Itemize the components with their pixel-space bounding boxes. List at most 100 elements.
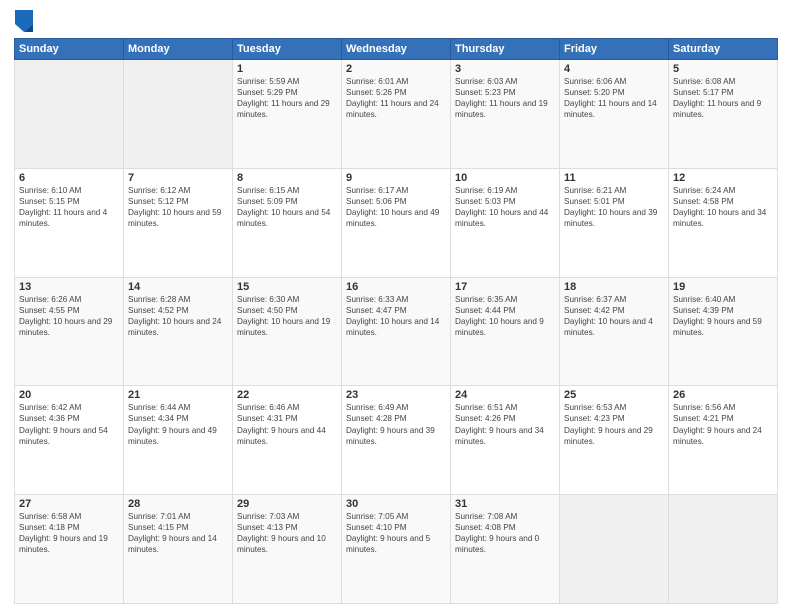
day-number: 13: [19, 281, 119, 293]
day-detail: Sunrise: 6:56 AM Sunset: 4:21 PM Dayligh…: [673, 402, 773, 446]
day-number: 28: [128, 498, 228, 510]
day-number: 8: [237, 172, 337, 184]
weekday-header-saturday: Saturday: [669, 39, 778, 60]
calendar-cell: 3Sunrise: 6:03 AM Sunset: 5:23 PM Daylig…: [451, 60, 560, 169]
calendar-cell: 16Sunrise: 6:33 AM Sunset: 4:47 PM Dayli…: [342, 277, 451, 386]
day-number: 12: [673, 172, 773, 184]
day-number: 11: [564, 172, 664, 184]
calendar-cell: 24Sunrise: 6:51 AM Sunset: 4:26 PM Dayli…: [451, 386, 560, 495]
calendar-cell: 11Sunrise: 6:21 AM Sunset: 5:01 PM Dayli…: [560, 168, 669, 277]
day-number: 23: [346, 389, 446, 401]
day-detail: Sunrise: 6:51 AM Sunset: 4:26 PM Dayligh…: [455, 402, 555, 446]
calendar-cell: 6Sunrise: 6:10 AM Sunset: 5:15 PM Daylig…: [15, 168, 124, 277]
calendar-body: 1Sunrise: 5:59 AM Sunset: 5:29 PM Daylig…: [15, 60, 778, 604]
calendar-cell: 12Sunrise: 6:24 AM Sunset: 4:58 PM Dayli…: [669, 168, 778, 277]
calendar-cell: 19Sunrise: 6:40 AM Sunset: 4:39 PM Dayli…: [669, 277, 778, 386]
calendar-cell: 1Sunrise: 5:59 AM Sunset: 5:29 PM Daylig…: [233, 60, 342, 169]
calendar-cell: 26Sunrise: 6:56 AM Sunset: 4:21 PM Dayli…: [669, 386, 778, 495]
calendar-cell: 5Sunrise: 6:08 AM Sunset: 5:17 PM Daylig…: [669, 60, 778, 169]
day-detail: Sunrise: 7:08 AM Sunset: 4:08 PM Dayligh…: [455, 511, 555, 555]
day-detail: Sunrise: 6:08 AM Sunset: 5:17 PM Dayligh…: [673, 76, 773, 120]
calendar-cell: 18Sunrise: 6:37 AM Sunset: 4:42 PM Dayli…: [560, 277, 669, 386]
day-detail: Sunrise: 6:24 AM Sunset: 4:58 PM Dayligh…: [673, 185, 773, 229]
day-detail: Sunrise: 6:06 AM Sunset: 5:20 PM Dayligh…: [564, 76, 664, 120]
day-detail: Sunrise: 6:35 AM Sunset: 4:44 PM Dayligh…: [455, 294, 555, 338]
calendar-cell: 14Sunrise: 6:28 AM Sunset: 4:52 PM Dayli…: [124, 277, 233, 386]
weekday-header-sunday: Sunday: [15, 39, 124, 60]
calendar-cell: 13Sunrise: 6:26 AM Sunset: 4:55 PM Dayli…: [15, 277, 124, 386]
calendar-cell: 20Sunrise: 6:42 AM Sunset: 4:36 PM Dayli…: [15, 386, 124, 495]
calendar-cell: 25Sunrise: 6:53 AM Sunset: 4:23 PM Dayli…: [560, 386, 669, 495]
day-number: 21: [128, 389, 228, 401]
day-detail: Sunrise: 6:42 AM Sunset: 4:36 PM Dayligh…: [19, 402, 119, 446]
weekday-header-monday: Monday: [124, 39, 233, 60]
logo: [14, 10, 35, 32]
calendar-header: SundayMondayTuesdayWednesdayThursdayFrid…: [15, 39, 778, 60]
week-row-3: 13Sunrise: 6:26 AM Sunset: 4:55 PM Dayli…: [15, 277, 778, 386]
day-number: 22: [237, 389, 337, 401]
day-detail: Sunrise: 6:58 AM Sunset: 4:18 PM Dayligh…: [19, 511, 119, 555]
day-number: 29: [237, 498, 337, 510]
day-number: 5: [673, 63, 773, 75]
day-number: 3: [455, 63, 555, 75]
week-row-2: 6Sunrise: 6:10 AM Sunset: 5:15 PM Daylig…: [15, 168, 778, 277]
day-number: 30: [346, 498, 446, 510]
day-detail: Sunrise: 6:19 AM Sunset: 5:03 PM Dayligh…: [455, 185, 555, 229]
day-detail: Sunrise: 5:59 AM Sunset: 5:29 PM Dayligh…: [237, 76, 337, 120]
calendar-cell: 22Sunrise: 6:46 AM Sunset: 4:31 PM Dayli…: [233, 386, 342, 495]
day-number: 20: [19, 389, 119, 401]
header: [14, 10, 778, 32]
calendar-cell: 27Sunrise: 6:58 AM Sunset: 4:18 PM Dayli…: [15, 495, 124, 604]
day-number: 19: [673, 281, 773, 293]
calendar-cell: 15Sunrise: 6:30 AM Sunset: 4:50 PM Dayli…: [233, 277, 342, 386]
day-detail: Sunrise: 6:17 AM Sunset: 5:06 PM Dayligh…: [346, 185, 446, 229]
week-row-5: 27Sunrise: 6:58 AM Sunset: 4:18 PM Dayli…: [15, 495, 778, 604]
day-detail: Sunrise: 6:49 AM Sunset: 4:28 PM Dayligh…: [346, 402, 446, 446]
day-detail: Sunrise: 6:40 AM Sunset: 4:39 PM Dayligh…: [673, 294, 773, 338]
weekday-header-tuesday: Tuesday: [233, 39, 342, 60]
day-number: 10: [455, 172, 555, 184]
day-detail: Sunrise: 6:10 AM Sunset: 5:15 PM Dayligh…: [19, 185, 119, 229]
calendar-cell: 17Sunrise: 6:35 AM Sunset: 4:44 PM Dayli…: [451, 277, 560, 386]
day-number: 31: [455, 498, 555, 510]
calendar-cell: 4Sunrise: 6:06 AM Sunset: 5:20 PM Daylig…: [560, 60, 669, 169]
calendar-cell: 28Sunrise: 7:01 AM Sunset: 4:15 PM Dayli…: [124, 495, 233, 604]
calendar-cell: [15, 60, 124, 169]
calendar-cell: 23Sunrise: 6:49 AM Sunset: 4:28 PM Dayli…: [342, 386, 451, 495]
day-detail: Sunrise: 6:44 AM Sunset: 4:34 PM Dayligh…: [128, 402, 228, 446]
day-detail: Sunrise: 6:01 AM Sunset: 5:26 PM Dayligh…: [346, 76, 446, 120]
calendar-cell: [669, 495, 778, 604]
day-detail: Sunrise: 6:46 AM Sunset: 4:31 PM Dayligh…: [237, 402, 337, 446]
day-detail: Sunrise: 6:15 AM Sunset: 5:09 PM Dayligh…: [237, 185, 337, 229]
calendar-cell: 30Sunrise: 7:05 AM Sunset: 4:10 PM Dayli…: [342, 495, 451, 604]
day-detail: Sunrise: 7:03 AM Sunset: 4:13 PM Dayligh…: [237, 511, 337, 555]
calendar-cell: 21Sunrise: 6:44 AM Sunset: 4:34 PM Dayli…: [124, 386, 233, 495]
day-number: 14: [128, 281, 228, 293]
week-row-4: 20Sunrise: 6:42 AM Sunset: 4:36 PM Dayli…: [15, 386, 778, 495]
weekday-row: SundayMondayTuesdayWednesdayThursdayFrid…: [15, 39, 778, 60]
day-number: 6: [19, 172, 119, 184]
day-detail: Sunrise: 7:05 AM Sunset: 4:10 PM Dayligh…: [346, 511, 446, 555]
day-detail: Sunrise: 6:21 AM Sunset: 5:01 PM Dayligh…: [564, 185, 664, 229]
day-number: 4: [564, 63, 664, 75]
day-detail: Sunrise: 6:03 AM Sunset: 5:23 PM Dayligh…: [455, 76, 555, 120]
day-detail: Sunrise: 6:53 AM Sunset: 4:23 PM Dayligh…: [564, 402, 664, 446]
day-detail: Sunrise: 6:33 AM Sunset: 4:47 PM Dayligh…: [346, 294, 446, 338]
day-detail: Sunrise: 6:37 AM Sunset: 4:42 PM Dayligh…: [564, 294, 664, 338]
day-number: 1: [237, 63, 337, 75]
day-number: 25: [564, 389, 664, 401]
day-detail: Sunrise: 6:28 AM Sunset: 4:52 PM Dayligh…: [128, 294, 228, 338]
calendar-cell: 10Sunrise: 6:19 AM Sunset: 5:03 PM Dayli…: [451, 168, 560, 277]
day-detail: Sunrise: 6:26 AM Sunset: 4:55 PM Dayligh…: [19, 294, 119, 338]
weekday-header-friday: Friday: [560, 39, 669, 60]
day-number: 9: [346, 172, 446, 184]
day-detail: Sunrise: 6:12 AM Sunset: 5:12 PM Dayligh…: [128, 185, 228, 229]
day-number: 15: [237, 281, 337, 293]
day-detail: Sunrise: 7:01 AM Sunset: 4:15 PM Dayligh…: [128, 511, 228, 555]
calendar-cell: 31Sunrise: 7:08 AM Sunset: 4:08 PM Dayli…: [451, 495, 560, 604]
calendar-table: SundayMondayTuesdayWednesdayThursdayFrid…: [14, 38, 778, 604]
weekday-header-wednesday: Wednesday: [342, 39, 451, 60]
logo-icon: [15, 10, 33, 32]
day-number: 17: [455, 281, 555, 293]
day-number: 2: [346, 63, 446, 75]
